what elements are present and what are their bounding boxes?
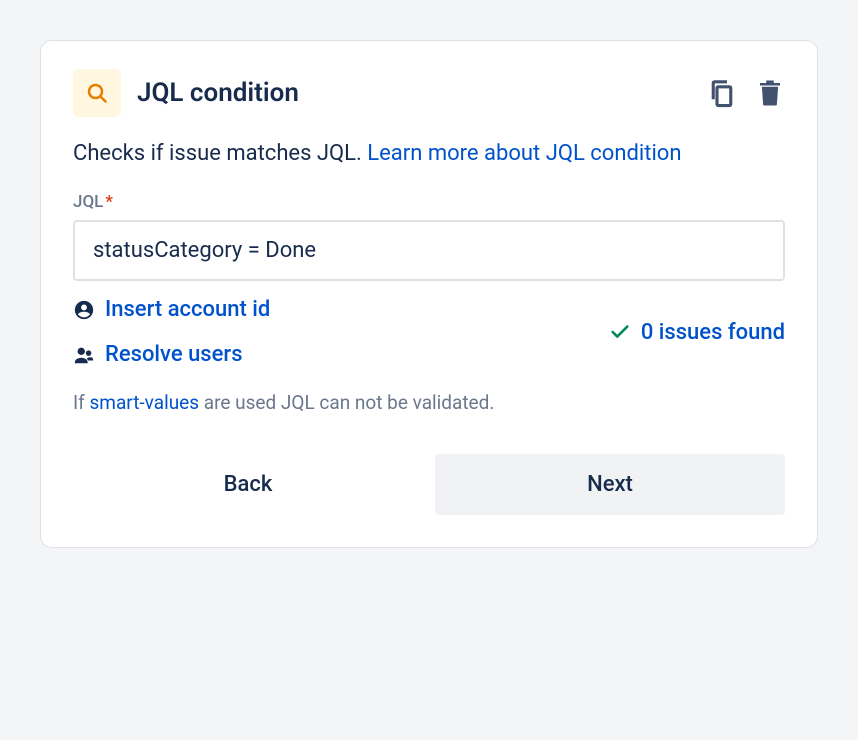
validation-result: 0 issues found [609, 320, 785, 345]
user-circle-icon [73, 299, 95, 321]
description: Checks if issue matches JQL. Learn more … [73, 137, 785, 170]
users-icon [73, 344, 95, 366]
checkmark-icon [609, 321, 631, 343]
resolve-users-label: Resolve users [105, 342, 243, 367]
search-icon-badge [73, 69, 121, 117]
next-button[interactable]: Next [435, 454, 785, 515]
learn-more-link[interactable]: Learn more about JQL condition [367, 141, 681, 166]
description-text: Checks if issue matches JQL. [73, 141, 367, 166]
actions-row: Insert account id Resolve users 0 issues… [73, 297, 785, 367]
button-row: Back Next [73, 454, 785, 515]
note-suffix: are used JQL can not be validated. [199, 391, 494, 414]
resolve-users-link[interactable]: Resolve users [73, 342, 270, 367]
insert-account-id-link[interactable]: Insert account id [73, 297, 270, 322]
required-indicator: * [105, 192, 113, 212]
field-label-text: JQL [73, 192, 103, 212]
header-left: JQL condition [73, 69, 299, 117]
jql-field-label: JQL* [73, 192, 785, 212]
back-button[interactable]: Back [73, 454, 423, 515]
card-header: JQL condition [73, 69, 785, 117]
validation-text: 0 issues found [641, 320, 785, 345]
card-title: JQL condition [137, 78, 299, 108]
smart-values-link[interactable]: smart-values [90, 391, 200, 414]
search-icon [85, 81, 109, 105]
header-actions [707, 78, 785, 108]
jql-input[interactable] [73, 220, 785, 281]
insert-account-label: Insert account id [105, 297, 270, 322]
jql-condition-card: JQL condition Checks if issue matches JQ… [40, 40, 818, 548]
left-links: Insert account id Resolve users [73, 297, 270, 367]
smart-values-note: If smart-values are used JQL can not be … [73, 391, 785, 414]
note-prefix: If [73, 391, 90, 414]
copy-icon[interactable] [707, 78, 737, 108]
trash-icon[interactable] [755, 78, 785, 108]
